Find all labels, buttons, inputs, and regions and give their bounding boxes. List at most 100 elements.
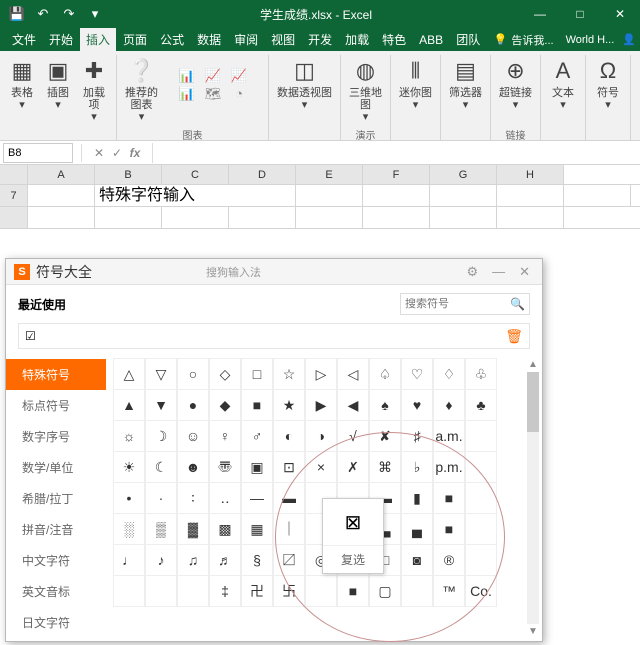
menu-tab-12[interactable]: 团队 <box>450 28 486 51</box>
symbol-cell[interactable]: ◑ <box>305 420 337 452</box>
col-header[interactable]: D <box>229 165 296 184</box>
cell-content[interactable]: 特殊字符输入 <box>95 185 296 206</box>
symbol-cell[interactable]: × <box>305 451 337 483</box>
symbol-cell[interactable]: ♦ <box>433 389 465 421</box>
col-header[interactable]: G <box>430 165 497 184</box>
search-icon[interactable]: 🔍 <box>510 297 525 311</box>
menu-tab-7[interactable]: 视图 <box>265 28 301 51</box>
symbol-cell[interactable]: ⌘ <box>369 451 401 483</box>
symbol-cell[interactable]: 卍 <box>241 575 273 607</box>
symbol-cell[interactable]: ◐ <box>273 420 305 452</box>
ribbon-btn-0-1[interactable]: ▣插图▾ <box>41 55 75 125</box>
qat-more-icon[interactable]: ▾ <box>84 3 106 25</box>
symbol-cell[interactable]: ◙ <box>401 544 433 576</box>
symbol-cell[interactable]: 〼 <box>273 544 305 576</box>
symbol-cell[interactable]: ◀ <box>337 389 369 421</box>
symbol-cell[interactable]: ☻ <box>177 451 209 483</box>
symbol-cell[interactable] <box>113 575 145 607</box>
symbol-cell[interactable]: ▼ <box>145 389 177 421</box>
symbol-cell[interactable]: ☼ <box>113 420 145 452</box>
symbol-cell[interactable] <box>465 544 497 576</box>
symbol-cell[interactable]: ☾ <box>145 451 177 483</box>
symbol-cell[interactable]: ● <box>177 389 209 421</box>
select-all[interactable] <box>0 165 28 184</box>
symbol-cell[interactable]: ♩ <box>113 544 145 576</box>
symbol-cell[interactable]: ▩ <box>209 513 241 545</box>
dialog-close-icon[interactable]: ✕ <box>515 262 534 282</box>
symbol-cell[interactable]: ✘ <box>369 420 401 452</box>
symbol-cell[interactable]: △ <box>113 358 145 390</box>
symbol-cell[interactable]: 卐 <box>273 575 305 607</box>
symbol-cell[interactable] <box>401 575 433 607</box>
redo-icon[interactable]: ↷ <box>58 3 80 25</box>
symbol-cell[interactable]: ◁ <box>337 358 369 390</box>
ribbon-btn-2-0[interactable]: ◫数据透视图▾ <box>274 55 335 113</box>
row-header[interactable]: 7 <box>0 185 28 206</box>
ribbon-btn-1-0[interactable]: ❔推荐的图表▾ <box>122 55 161 125</box>
symbol-cell[interactable]: ■ <box>433 513 465 545</box>
ribbon-btn-0-0[interactable]: ▦表格▾ <box>5 55 39 125</box>
symbol-cell[interactable]: ♠ <box>369 389 401 421</box>
symbol-cell[interactable]: ★ <box>273 389 305 421</box>
dialog-settings-icon[interactable]: ⚙ <box>462 262 482 282</box>
symbol-cell[interactable]: ◆ <box>209 389 241 421</box>
symbol-cell[interactable]: ♤ <box>369 358 401 390</box>
symbol-cell[interactable]: § <box>241 544 273 576</box>
ribbon-btn-5-0[interactable]: ▤筛选器▾ <box>446 55 485 113</box>
category-item[interactable]: 特殊符号 <box>6 359 106 390</box>
symbol-cell[interactable]: ♯ <box>401 420 433 452</box>
name-box[interactable] <box>3 143 73 163</box>
symbol-cell[interactable]: ▒ <box>145 513 177 545</box>
cancel-icon[interactable]: ✕ <box>90 146 108 160</box>
col-header[interactable]: C <box>162 165 229 184</box>
category-item[interactable]: 韩文字符 <box>6 638 106 641</box>
tell-me-icon[interactable]: 💡 <box>494 33 508 46</box>
symbol-cell[interactable]: ｜ <box>273 513 305 545</box>
symbol-cell[interactable]: ■ <box>337 575 369 607</box>
user-icon[interactable]: 👤 <box>622 33 636 46</box>
symbol-cell[interactable]: ▓ <box>177 513 209 545</box>
symbol-cell[interactable]: ∶ <box>177 482 209 514</box>
symbol-cell[interactable]: Co. <box>465 575 497 607</box>
symbol-cell[interactable]: ■ <box>241 389 273 421</box>
symbol-cell[interactable]: ◇ <box>209 358 241 390</box>
symbol-cell[interactable]: ▮ <box>401 482 433 514</box>
symbol-cell[interactable]: 〠 <box>209 451 241 483</box>
ribbon-btn-7-0[interactable]: A文本▾ <box>546 55 580 113</box>
symbol-cell[interactable]: ▶ <box>305 389 337 421</box>
symbol-cell[interactable]: ▄ <box>401 513 433 545</box>
fx-icon[interactable]: fx <box>126 146 144 160</box>
symbol-cell[interactable]: ® <box>433 544 465 576</box>
symbol-cell[interactable]: ♂ <box>241 420 273 452</box>
menu-tab-11[interactable]: ABB <box>413 30 449 50</box>
symbol-cell[interactable] <box>465 451 497 483</box>
menu-tab-3[interactable]: 页面 <box>117 28 153 51</box>
category-item[interactable]: 数学/单位 <box>6 452 106 483</box>
category-item[interactable]: 标点符号 <box>6 390 106 421</box>
symbol-cell[interactable]: ▬ <box>273 482 305 514</box>
col-header[interactable]: H <box>497 165 564 184</box>
col-header[interactable]: A <box>28 165 95 184</box>
scroll-down-icon[interactable]: ▼ <box>528 626 538 637</box>
cell[interactable] <box>28 185 95 206</box>
category-item[interactable]: 中文字符 <box>6 545 106 576</box>
chart-type-icon[interactable]: 📊 <box>175 68 199 84</box>
symbol-cell[interactable]: ♢ <box>433 358 465 390</box>
symbol-cell[interactable]: ■ <box>433 482 465 514</box>
symbol-cell[interactable]: ☀ <box>113 451 145 483</box>
maximize-button[interactable]: □ <box>560 0 600 28</box>
category-item[interactable]: 拼音/注音 <box>6 514 106 545</box>
scroll-thumb[interactable] <box>527 372 539 432</box>
symbol-cell[interactable]: ☆ <box>273 358 305 390</box>
menu-tab-10[interactable]: 特色 <box>376 28 412 51</box>
symbol-cell[interactable]: ♥ <box>401 389 433 421</box>
symbol-cell[interactable]: — <box>241 482 273 514</box>
symbol-cell[interactable]: ░ <box>113 513 145 545</box>
symbol-cell[interactable]: ♬ <box>209 544 241 576</box>
symbol-cell[interactable]: ☽ <box>145 420 177 452</box>
menu-tab-2[interactable]: 插入 <box>80 28 116 51</box>
symbol-cell[interactable]: ♧ <box>465 358 497 390</box>
menu-tab-1[interactable]: 开始 <box>43 28 79 51</box>
menu-tab-4[interactable]: 公式 <box>154 28 190 51</box>
popup-action[interactable]: 复选 <box>323 545 383 573</box>
